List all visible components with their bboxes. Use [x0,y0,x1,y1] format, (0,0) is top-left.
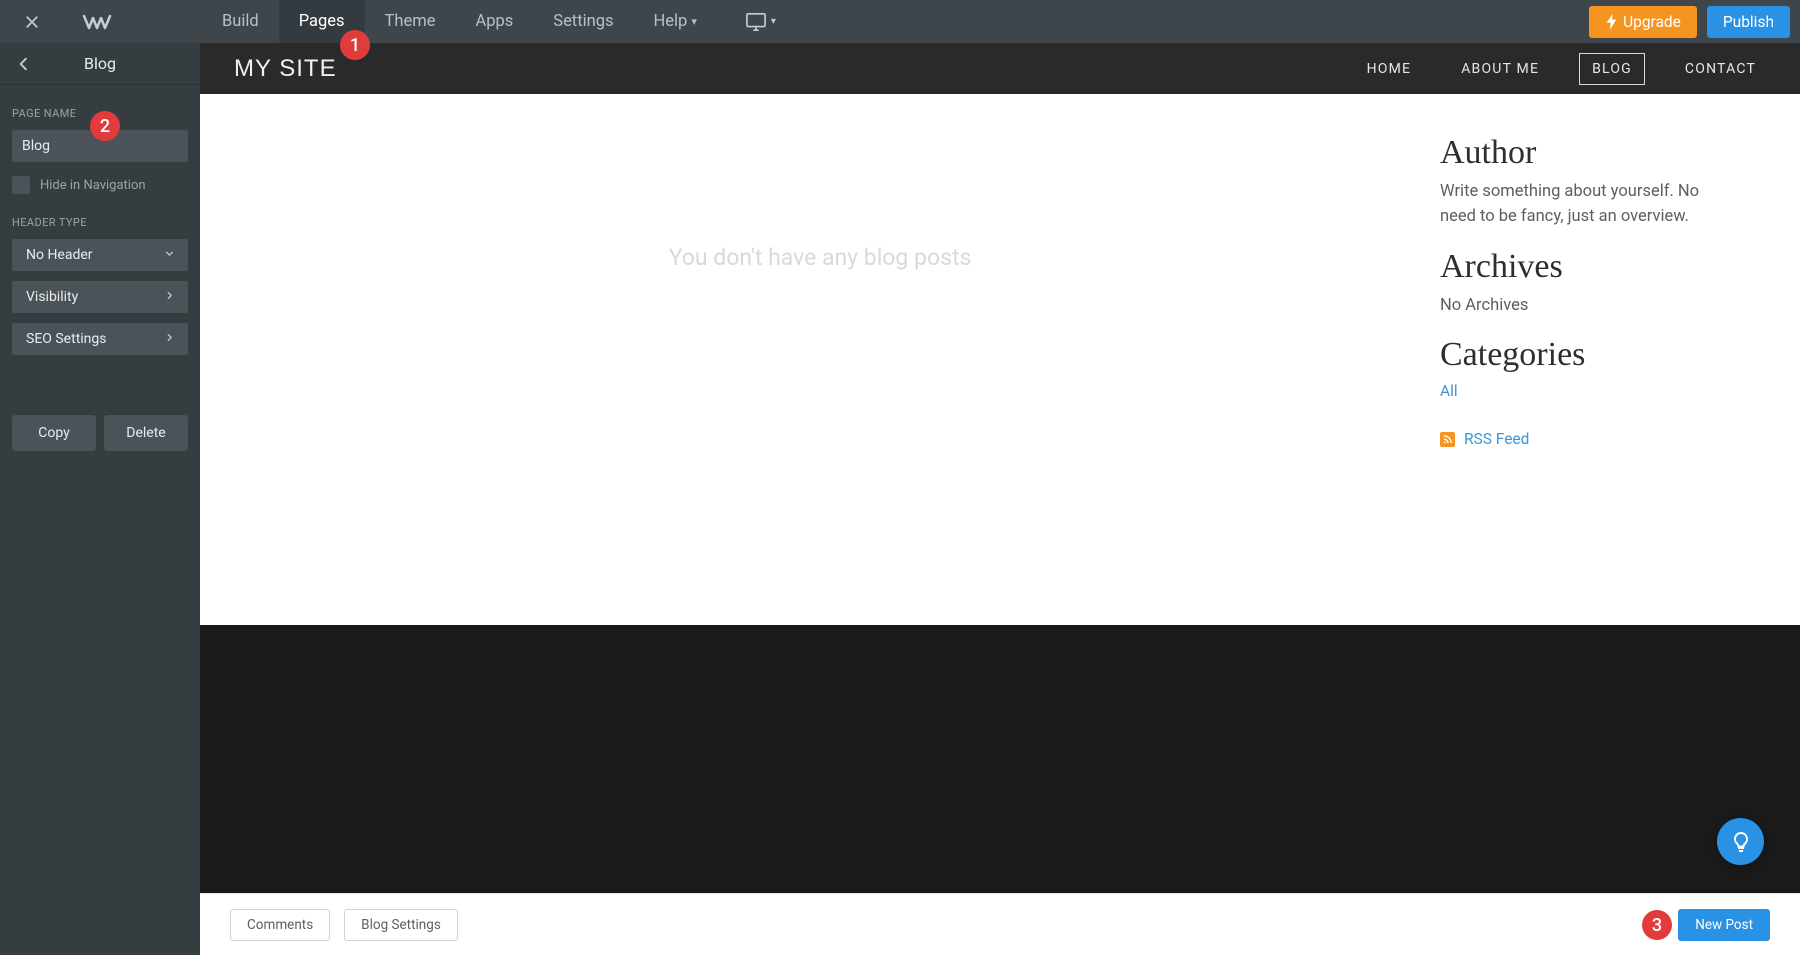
chevron-down-icon: ▾ [691,15,697,28]
blog-canvas: You don't have any blog posts Author Wri… [200,94,1800,625]
preview-pane: MY SITE HOME ABOUT ME BLOG CONTACT You d… [200,43,1800,955]
editor-layout: Blog PAGE NAME 2 Hide in Navigation HEAD… [0,43,1800,955]
blog-post-area[interactable]: You don't have any blog posts [200,94,1440,625]
hide-in-navigation-label: Hide in Navigation [40,178,146,193]
help-fab[interactable] [1717,818,1764,865]
nav-help[interactable]: Help▾ [634,0,717,43]
sidebar: Blog PAGE NAME 2 Hide in Navigation HEAD… [0,43,200,955]
checkbox-box [12,176,30,194]
header-type-value: No Header [26,247,93,263]
site-nav-contact[interactable]: CONTACT [1675,55,1766,83]
editor-topbar: Build Pages Theme Apps Settings Help▾ ▾ … [0,0,1800,43]
bottom-bar-right: New Post [1678,909,1770,941]
rss-icon [1440,432,1455,447]
device-preview-toggle[interactable]: ▾ [745,12,776,32]
seo-settings-row[interactable]: SEO Settings [12,323,188,355]
visibility-label: Visibility [26,289,78,305]
seo-settings-label: SEO Settings [26,331,107,347]
chevron-down-icon: ▾ [771,16,776,27]
chevron-right-icon [163,331,176,348]
lightbulb-icon [1729,830,1753,854]
hide-in-navigation-checkbox[interactable]: Hide in Navigation [12,176,188,194]
no-archives-text: No Archives [1440,294,1730,319]
rss-row[interactable]: RSS Feed [1440,430,1730,448]
empty-blog-message: You don't have any blog posts [669,244,972,271]
weebly-logo[interactable] [82,7,112,37]
site-nav: HOME ABOUT ME BLOG CONTACT [1357,53,1766,85]
nav-settings[interactable]: Settings [533,0,633,43]
site-header: MY SITE HOME ABOUT ME BLOG CONTACT [200,43,1800,94]
sidebar-title: Blog [0,54,200,73]
site-nav-about[interactable]: ABOUT ME [1451,55,1549,83]
comments-button[interactable]: Comments [230,909,330,941]
copy-button[interactable]: Copy [12,415,96,451]
close-icon[interactable] [20,10,44,34]
annotation-badge-2: 2 [90,111,120,141]
site-footer-area[interactable] [200,625,1800,893]
topbar-nav: Build Pages Theme Apps Settings Help▾ [202,0,717,43]
annotation-badge-1: 1 [340,30,370,60]
upgrade-button[interactable]: Upgrade [1589,6,1697,38]
blog-settings-button[interactable]: Blog Settings [344,909,458,941]
lightning-icon [1605,14,1618,30]
category-all-link[interactable]: All [1440,382,1730,400]
header-type-label: HEADER TYPE [12,216,188,229]
bottom-bar-left: Comments Blog Settings [230,909,458,941]
rss-feed-link[interactable]: RSS Feed [1464,430,1529,448]
archives-heading[interactable]: Archives [1440,248,1730,286]
blog-bottom-bar: Comments Blog Settings New Post 3 [200,893,1800,955]
publish-button[interactable]: Publish [1707,6,1790,38]
header-type-select[interactable]: No Header [12,239,188,271]
visibility-row[interactable]: Visibility [12,281,188,313]
chevron-right-icon [163,289,176,306]
site-nav-home[interactable]: HOME [1357,55,1422,83]
sidebar-header: Blog [0,43,200,85]
nav-build[interactable]: Build [202,0,279,43]
sidebar-actions: Copy Delete [12,415,188,451]
new-post-button[interactable]: New Post [1678,909,1770,941]
categories-heading[interactable]: Categories [1440,336,1730,374]
nav-apps[interactable]: Apps [455,0,533,43]
topbar-right: Upgrade Publish [1589,6,1790,38]
author-heading[interactable]: Author [1440,134,1730,172]
sidebar-body: PAGE NAME 2 Hide in Navigation HEADER TY… [0,85,200,365]
chevron-down-icon [163,247,176,264]
annotation-badge-3: 3 [1642,910,1672,940]
nav-theme[interactable]: Theme [365,0,456,43]
blog-sidebar: Author Write something about yourself. N… [1440,94,1740,625]
author-text[interactable]: Write something about yourself. No need … [1440,180,1730,230]
site-logo[interactable]: MY SITE [234,55,337,83]
delete-button[interactable]: Delete [104,415,188,451]
site-nav-blog[interactable]: BLOG [1579,53,1645,85]
